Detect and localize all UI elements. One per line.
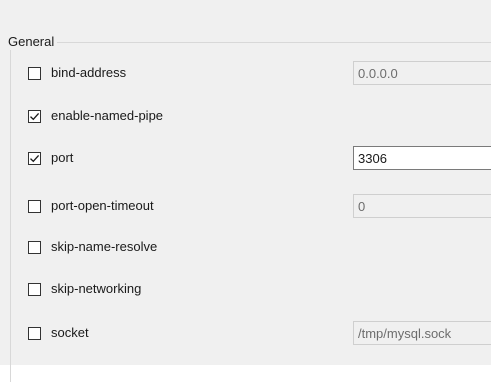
socket-checkbox[interactable] [28, 326, 41, 340]
bind-address-label: bind-address [51, 65, 127, 80]
skip-networking-checkbox[interactable] [28, 282, 41, 296]
checkmark-icon [30, 154, 40, 162]
option-socket[interactable]: socket [28, 322, 89, 344]
port-checkbox[interactable] [28, 151, 41, 165]
bind-address-checkbox[interactable] [28, 66, 41, 80]
option-enable-named-pipe[interactable]: enable-named-pipe [28, 105, 163, 127]
top-strip [0, 0, 491, 10]
settings-panel: General bind-address enable-named-pipe p… [0, 0, 491, 382]
option-skip-networking[interactable]: skip-networking [28, 278, 141, 300]
option-port-open-timeout[interactable]: port-open-timeout [28, 195, 154, 217]
socket-input[interactable] [353, 321, 491, 345]
option-port[interactable]: port [28, 147, 73, 169]
option-bind-address[interactable]: bind-address [28, 62, 126, 84]
checkmark-icon [30, 112, 40, 120]
group-title: General [8, 34, 58, 50]
option-skip-name-resolve[interactable]: skip-name-resolve [28, 236, 157, 258]
bind-address-input[interactable] [353, 61, 491, 85]
skip-networking-label: skip-networking [51, 281, 142, 296]
port-open-timeout-checkbox[interactable] [28, 199, 41, 213]
enable-named-pipe-checkbox[interactable] [28, 109, 41, 123]
skip-name-resolve-label: skip-name-resolve [51, 239, 158, 254]
port-input[interactable] [353, 146, 491, 170]
socket-label: socket [51, 325, 89, 340]
skip-name-resolve-checkbox[interactable] [28, 240, 41, 254]
enable-named-pipe-label: enable-named-pipe [51, 108, 164, 123]
port-open-timeout-label: port-open-timeout [51, 198, 154, 213]
port-label: port [51, 150, 74, 165]
port-open-timeout-input[interactable] [353, 194, 491, 218]
